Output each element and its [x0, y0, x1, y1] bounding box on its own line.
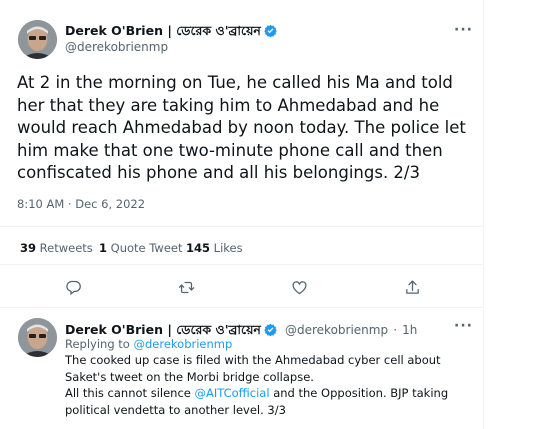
avatar[interactable] [18, 20, 57, 59]
reply-more-options-icon[interactable]: ··· [454, 318, 473, 334]
replying-to-label: Replying to [65, 337, 130, 351]
likes-label: Likes [213, 241, 243, 255]
reply-age[interactable]: 1h [402, 323, 417, 337]
avatar-image [18, 20, 57, 59]
reply-text: The cooked up case is filed with the Ahm… [65, 352, 475, 418]
replying-to-handle[interactable]: @derekobrienmp [134, 337, 233, 351]
avatar-image [18, 318, 57, 357]
replying-to: Replying to @derekobrienmp [65, 336, 232, 353]
retweets-label: Retweets [39, 241, 93, 255]
timeline-column: Derek O'Brien | ডেরেক ও'ব্রায়েন @dereko… [0, 0, 484, 429]
quotes-count: 1 [99, 241, 108, 255]
tweet-text: At 2 in the morning on Tue, he called hi… [17, 73, 466, 182]
quote-tweets-stat[interactable]: 1 Quote Tweet [99, 241, 182, 255]
share-icon[interactable] [402, 277, 422, 297]
like-icon[interactable] [289, 277, 309, 297]
tweet-timestamp[interactable]: 8:10 AM · Dec 6, 2022 [17, 197, 145, 211]
mention-link[interactable]: @AITCofficial [195, 386, 270, 400]
retweet-icon[interactable] [176, 277, 196, 297]
reply-text-line2: All this cannot silence @AITCofficial an… [65, 385, 475, 418]
retweets-count: 39 [20, 241, 37, 255]
likes-stat[interactable]: 145 Likes [186, 241, 243, 255]
reply-text-line1: The cooked up case is filed with the Ahm… [65, 353, 441, 384]
reply-author-name[interactable]: Derek O'Brien | ডেরেক ও'ব্রায়েন [65, 322, 261, 337]
likes-count: 145 [186, 241, 211, 255]
more-options-icon[interactable]: ··· [454, 22, 473, 38]
verified-badge-icon [264, 323, 277, 336]
separator-dot: · [393, 323, 398, 337]
divider [0, 307, 484, 308]
author-handle[interactable]: @derekobrienmp [65, 40, 168, 54]
reply-avatar[interactable] [18, 318, 57, 357]
reply-icon[interactable] [63, 277, 83, 297]
reply-author-handle[interactable]: @derekobrienmp [285, 323, 388, 337]
divider [0, 226, 484, 227]
divider [0, 264, 484, 265]
author-name-text: Derek O'Brien | ডেরেক ও'ব্রায়েন [65, 23, 261, 38]
retweets-stat[interactable]: 39 Retweets [20, 241, 93, 255]
quotes-label: Quote Tweet [110, 241, 183, 255]
reply-text-part2: All this cannot silence [65, 386, 191, 400]
verified-badge-icon [264, 24, 277, 37]
